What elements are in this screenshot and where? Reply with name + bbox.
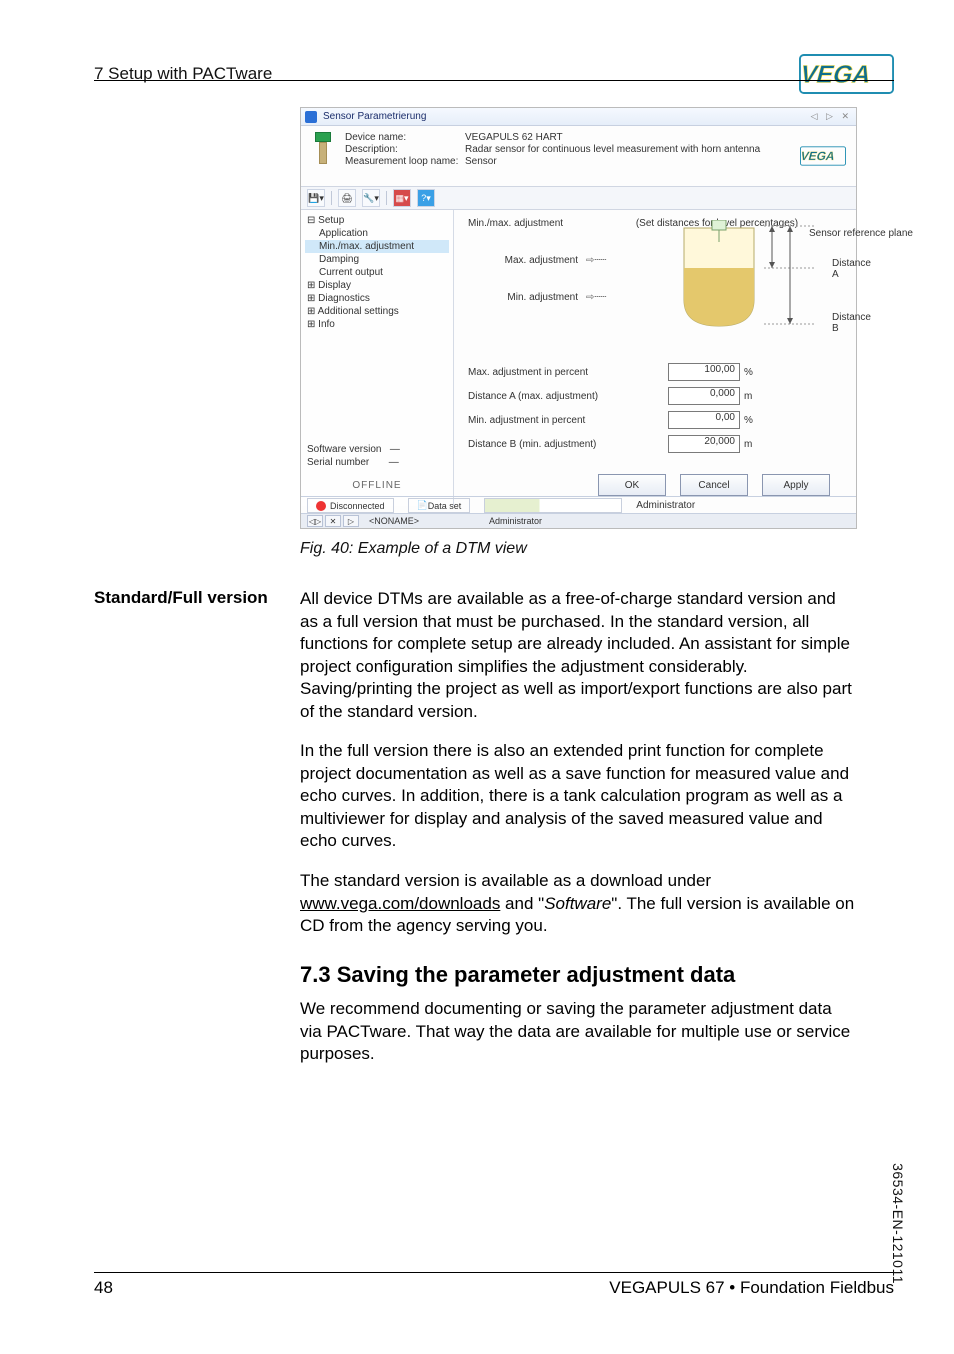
app-icon [305, 111, 317, 123]
unit-m: m [744, 439, 752, 450]
connection-icon [316, 501, 326, 511]
distB-label: Distance B [832, 312, 871, 334]
serial-number: Serial number — [305, 456, 449, 469]
vega-logo-small-icon: VEGA [800, 146, 846, 166]
main-panel: Min./max. adjustment (Set distances for … [454, 210, 856, 506]
sensor-plane-label: Sensor reference plane [809, 228, 913, 239]
tree-application[interactable]: Application [305, 227, 449, 240]
tree-additional[interactable]: ⊞ Additional settings [305, 305, 449, 318]
running-header: 7 Setup with PACTware VEGA [94, 54, 894, 94]
max-adj-label: Max. adjustment [468, 255, 578, 266]
status-bar-2: ◁▷ ✕ ▷ <NONAME> Administrator [301, 513, 856, 528]
minpct-input[interactable]: 0,00 [668, 411, 740, 429]
nav-next-icon[interactable]: ▷ [343, 515, 359, 527]
paragraph-4: We recommend documenting or saving the p… [300, 998, 855, 1066]
footer-rule [94, 1272, 894, 1273]
progress-bar [484, 498, 622, 513]
min-adj-label: Min. adjustment [468, 292, 578, 303]
tree-current-output[interactable]: Current output [305, 266, 449, 279]
software-version: Software version — [305, 443, 449, 456]
project-name: <NONAME> [369, 516, 419, 526]
dtm-screenshot: Sensor Parametrierung ◁ ▷ ✕ Device name:… [300, 107, 857, 529]
tree-damping[interactable]: Damping [305, 253, 449, 266]
fields: Max. adjustment in percent 100,00 % Dist… [468, 363, 842, 453]
svg-text:VEGA: VEGA [800, 149, 837, 163]
section-title: 7 Setup with PACTware [94, 64, 272, 84]
section-heading-7-3: 7.3 Saving the parameter adjustment data [300, 962, 735, 988]
admin-label: Administrator [636, 500, 695, 511]
tree-setup[interactable]: ⊟ Setup [305, 214, 449, 227]
connection-status: Disconnected [307, 498, 394, 513]
unit-pct: % [744, 367, 753, 378]
document-code: 36534-EN-121011 [890, 1163, 906, 1284]
toolbar-help-icon[interactable]: ?▾ [417, 189, 435, 207]
toolbar-grid-icon[interactable]: ▦▾ [393, 189, 411, 207]
arrow-icon: ⇨┄┄ [586, 292, 606, 303]
paragraph-3: The standard version is available as a d… [300, 870, 855, 938]
dev-desc-label: Description: [345, 144, 465, 155]
cancel-button[interactable]: Cancel [680, 474, 748, 496]
distA-label: Distance A [832, 258, 871, 280]
device-header: Device name: VEGAPULS 62 HART Descriptio… [301, 126, 856, 186]
unit-pct: % [744, 415, 753, 426]
nav-tree[interactable]: ⊟ Setup Application Min./max. adjustment… [301, 210, 454, 506]
toolbar-print-icon[interactable]: 🖨 [338, 189, 356, 207]
tree-info[interactable]: ⊞ Info [305, 318, 449, 331]
nav-close-icon[interactable]: ✕ [325, 515, 341, 527]
minpct-label: Min. adjustment in percent [468, 415, 668, 426]
device-icon [311, 132, 335, 172]
tree-display[interactable]: ⊞ Display [305, 279, 449, 292]
apply-button[interactable]: Apply [762, 474, 830, 496]
vega-logo-icon: VEGA [799, 54, 894, 94]
nav-prev-icon[interactable]: ◁▷ [307, 515, 323, 527]
status-bar: Disconnected 📄 Data set Administrator [301, 496, 856, 514]
dev-name-label: Device name: [345, 132, 465, 143]
maxpct-label: Max. adjustment in percent [468, 367, 668, 378]
toolbar-save-icon[interactable]: 💾▾ [307, 189, 325, 207]
vessel-diagram [664, 220, 814, 338]
admin-label-2: Administrator [489, 516, 542, 526]
dev-desc-value: Radar sensor for continuous level measur… [465, 144, 785, 155]
svg-text:VEGA: VEGA [799, 61, 874, 89]
offline-status: OFFLINE [305, 479, 449, 492]
window-title: Sensor Parametrierung [323, 111, 426, 122]
download-link[interactable]: www.vega.com/downloads [300, 894, 500, 913]
window-titlebar: Sensor Parametrierung ◁ ▷ ✕ [301, 108, 856, 126]
unit-m: m [744, 391, 752, 402]
toolbar-wrench-icon[interactable]: 🔧▾ [362, 189, 380, 207]
ok-button[interactable]: OK [598, 474, 666, 496]
distA-input[interactable]: 0,000 [668, 387, 740, 405]
dev-name-value: VEGAPULS 62 HART [465, 132, 785, 143]
maxpct-input[interactable]: 100,00 [668, 363, 740, 381]
arrow-icon: ⇨┄┄ [586, 255, 606, 266]
tree-diagnostics[interactable]: ⊞ Diagnostics [305, 292, 449, 305]
dev-loop-value: Sensor [465, 156, 785, 167]
distB-input[interactable]: 20,000 [668, 435, 740, 453]
header-rule [94, 80, 894, 81]
distA-field-label: Distance A (max. adjustment) [468, 391, 668, 402]
dataset-status: 📄 Data set [408, 498, 471, 513]
distB-field-label: Distance B (min. adjustment) [468, 439, 668, 450]
panel-title: Min./max. adjustment [468, 218, 563, 229]
margin-heading: Standard/Full version [94, 588, 268, 608]
paragraph-2: In the full version there is also an ext… [300, 740, 855, 853]
doc-title: VEGAPULS 67 • Foundation Fieldbus [609, 1278, 894, 1298]
toolbar: 💾▾ 🖨 🔧▾ ▦▾ ?▾ [301, 186, 856, 210]
figure-caption: Fig. 40: Example of a DTM view [300, 540, 527, 558]
paragraph-1: All device DTMs are available as a free-… [300, 588, 855, 724]
tree-minmax[interactable]: Min./max. adjustment [305, 240, 449, 253]
page-footer: 48 VEGAPULS 67 • Foundation Fieldbus [94, 1278, 894, 1298]
window-controls[interactable]: ◁ ▷ ✕ [811, 111, 852, 122]
dev-loop-label: Measurement loop name: [345, 156, 465, 167]
page-number: 48 [94, 1278, 113, 1298]
